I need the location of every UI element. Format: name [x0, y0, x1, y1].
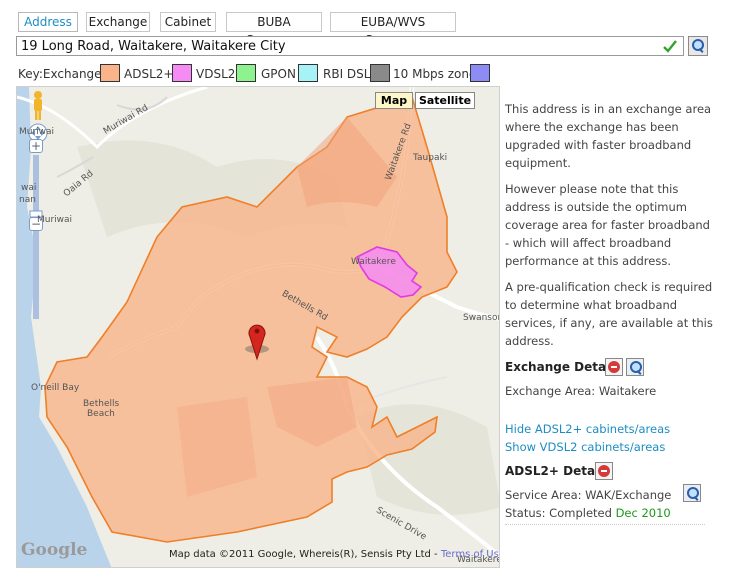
key-adsl2-label: ADSL2+: [124, 67, 174, 81]
google-logo: Google: [21, 540, 88, 560]
map-label-bethells: Bethells: [83, 399, 120, 409]
swatch-vdsl2: [172, 64, 192, 82]
address-row: 19 Long Road, Waitakere, Waitakere City: [16, 36, 708, 58]
adsl2-details-close-button[interactable]: [595, 462, 613, 480]
map-type-button[interactable]: Map: [375, 92, 413, 109]
check-icon: [663, 40, 677, 53]
status-label: Status: Completed: [505, 506, 616, 520]
magnifier-icon: [689, 37, 707, 55]
map-label-taupaki: Taupaki: [413, 153, 448, 163]
tab-buba-coverage[interactable]: BUBA Coverage: [226, 12, 322, 47]
map-attribution: Map data ©2011 Google, Whereis(R), Sensi…: [169, 549, 499, 560]
exchange-area: Exchange Area: Waitakere: [505, 384, 657, 398]
status-row: Status: Completed Dec 2010: [505, 504, 715, 522]
tab-exchange[interactable]: Exchange: [86, 12, 150, 32]
panel-divider: [505, 524, 705, 525]
tab-cabinet[interactable]: Cabinet: [160, 12, 216, 32]
exchange-details-header: Exchange Details: [505, 358, 715, 380]
status-date: Dec 2010: [615, 506, 671, 520]
map-label-beach: Beach: [87, 409, 115, 419]
info-panel: This address is in an exchange area wher…: [505, 100, 715, 522]
map-label-oneill-bay: O'neill Bay: [31, 383, 80, 393]
map-label-wai: wai: [21, 183, 37, 193]
map-label-muriwai-2: Muriwai: [37, 215, 73, 225]
zoom-in-button[interactable]: +: [29, 139, 43, 153]
terms-of-use-link[interactable]: Terms of Use: [441, 549, 499, 560]
swatch-adsl2: [100, 64, 120, 82]
hide-adsl2-link[interactable]: Hide ADSL2+ cabinets/areas: [505, 422, 670, 436]
adsl2-details-header: ADSL2+ Details: [505, 462, 715, 484]
key-10mbps-label: 10 Mbps zone: [393, 67, 477, 81]
swatch-gpon: [236, 64, 256, 82]
tab-euba-wvs-coverage[interactable]: EUBA/WVS Coverage: [330, 12, 456, 47]
map-label-nan: nan: [19, 195, 36, 205]
service-area-row: Service Area: WAK/Exchange: [505, 484, 715, 504]
satellite-type-button[interactable]: Satellite: [415, 92, 475, 109]
key-label: Key:Exchange: [18, 67, 102, 81]
swatch-10mbps: [370, 64, 390, 82]
exchange-details-heading: Exchange Details: [505, 360, 622, 374]
key-gpon-label: GPON: [261, 67, 296, 81]
exchange-details-zoom-button[interactable]: [626, 358, 644, 376]
info-paragraph-2: However please note that this address is…: [505, 182, 710, 268]
service-area: Service Area: WAK/Exchange: [505, 488, 672, 502]
exchange-details-close-button[interactable]: [605, 358, 623, 376]
map-label-swanson: Swanson: [463, 313, 500, 323]
map-view[interactable]: Map Satellite + − Muriwai Muriwai wai na…: [16, 86, 500, 568]
info-paragraph-3: A pre-qualification check is required to…: [505, 280, 713, 348]
map-label-muriwai: Muriwai: [19, 127, 55, 137]
key-rbi-dsl-label: RBI DSL: [323, 67, 371, 81]
search-button[interactable]: [688, 36, 708, 56]
info-paragraph-1: This address is in an exchange area wher…: [505, 102, 712, 170]
swatch-rbi-dsl: [298, 64, 318, 82]
address-input[interactable]: 19 Long Road, Waitakere, Waitakere City: [16, 36, 684, 56]
show-vdsl2-link[interactable]: Show VDSL2 cabinets/areas: [505, 440, 665, 454]
key-vdsl2-label: VDSL2: [196, 67, 236, 81]
map-label-waitakere: Waitakere: [351, 257, 396, 267]
service-area-zoom-button[interactable]: [683, 484, 701, 502]
swatch-other: [470, 64, 490, 82]
tab-address[interactable]: Address: [18, 12, 78, 32]
attribution-text: Map data ©2011 Google, Whereis(R), Sensi…: [169, 549, 441, 560]
